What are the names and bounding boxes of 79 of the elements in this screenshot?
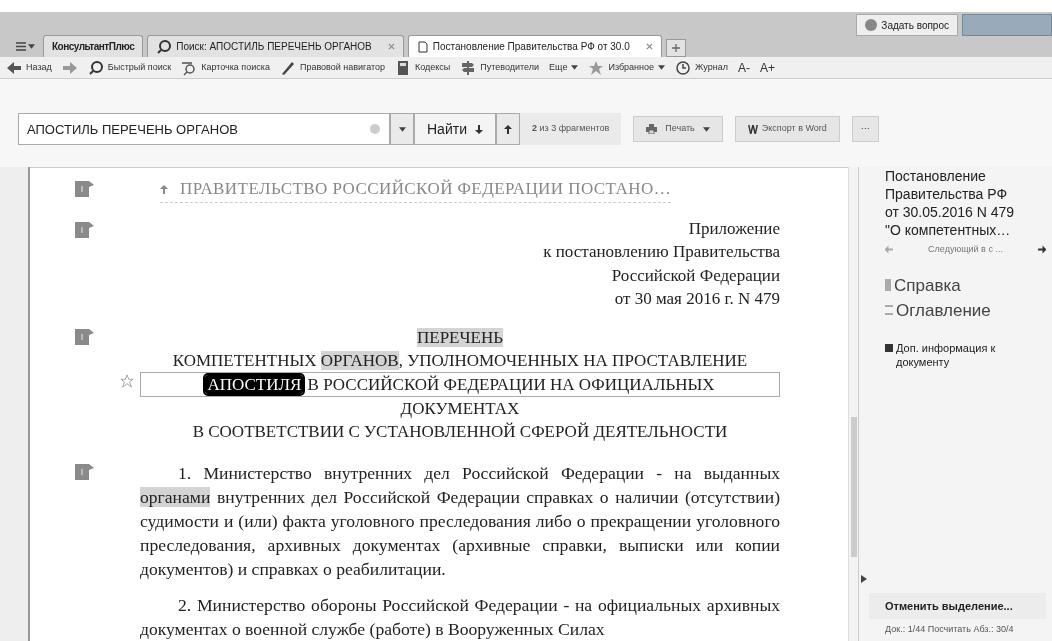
- star-icon: [588, 59, 605, 76]
- document-header[interactable]: ПРАВИТЕЛЬСТВО РОССИЙСКОЙ ФЕДЕРАЦИИ ПОСТАНО…: [160, 178, 672, 203]
- chat-icon: [865, 19, 878, 31]
- word-icon: [747, 124, 758, 134]
- ask-question-button[interactable]: Задать вопрос: [856, 14, 958, 36]
- tab[interactable]: КонсультантПлюс: [43, 35, 144, 57]
- caret-icon: [571, 65, 579, 70]
- close-icon[interactable]: [645, 43, 653, 50]
- forward-arrow-icon: [61, 59, 78, 76]
- search-icon: [156, 38, 173, 55]
- title-line: КОМПЕТЕНТНЫХ ОРГАНОВ, УПОЛНОМОЧЕННЫХ НА ПРОСТАВЛЕНИЕ: [172, 350, 748, 373]
- next-link[interactable]: Следующий в с ...: [928, 243, 1003, 257]
- close-icon[interactable]: [387, 43, 395, 50]
- dropdown-button[interactable]: [390, 113, 414, 145]
- previous-arrow-icon: [885, 245, 893, 255]
- info-link[interactable]: Доп. информация к документу: [896, 340, 1046, 369]
- star-icon[interactable]: [120, 374, 134, 389]
- next-arrow-icon: [1038, 245, 1046, 255]
- print-button[interactable]: Печать: [633, 116, 723, 142]
- up-arrow-icon: [503, 124, 512, 134]
- down-arrow-icon: [474, 124, 483, 134]
- toolbar-button[interactable]: Быстрый поиск: [87, 59, 172, 76]
- paragraph-marker-icon[interactable]: [75, 328, 95, 347]
- signpost-icon: [460, 59, 477, 76]
- previous-match-button[interactable]: [495, 113, 520, 145]
- status-text: Док.: 1/44 Посчитать Абз.: 30/4: [885, 623, 1014, 637]
- magnifier-icon: [181, 59, 198, 76]
- caret-icon: [702, 126, 710, 132]
- toolbar-button[interactable]: [61, 59, 78, 76]
- toolbar-button[interactable]: Еще: [549, 60, 579, 75]
- appendix-line: Приложение: [688, 217, 780, 240]
- document-paragraph: 1. Министерство внутренних дел Российской Федерации - на выданных органами внутренних дел Российской Федерации справках о наличии (отсутствии) судимости и (или) факта уголовного преследования либо о прекращении уголовного преследования, архивных документах (архивные справки, выписки или копии документов) и справках о реабилитации.: [140, 462, 780, 581]
- tab[interactable]: Постановление Правительства РФ от 30.0: [407, 35, 662, 57]
- appendix-line: Российской Федерации: [611, 264, 780, 287]
- info-icon: [885, 343, 893, 352]
- toolbar-button[interactable]: A+: [759, 58, 775, 77]
- caret-icon: [398, 126, 406, 132]
- clock-icon: [675, 59, 692, 76]
- appendix-line: от 30 мая 2016 г. N 479: [614, 288, 780, 311]
- cancel-selection-button[interactable]: Отменить выделение...: [869, 593, 1046, 619]
- pen-icon: [279, 59, 296, 76]
- book-icon: [395, 59, 411, 76]
- caret-icon: [28, 43, 35, 49]
- toolbar-button[interactable]: Назад: [6, 59, 52, 76]
- back-arrow-icon: [6, 59, 22, 76]
- toolbar-button[interactable]: Правовой навигатор: [279, 59, 385, 76]
- toolbar-button[interactable]: A-: [737, 58, 750, 77]
- panel-link[interactable]: Справка: [894, 272, 961, 298]
- tab[interactable]: Поиск: АПОСТИЛЬ ПЕРЕЧЕНЬ ОРГАНОВ: [147, 35, 404, 57]
- panel-link[interactable]: Оглавление: [896, 297, 991, 323]
- document-paragraph: 2. Министерство обороны Российской Федерации - на официальных архивных документах о военной службе (работе) в Вооруженных Силах: [140, 594, 780, 641]
- document-icon: [416, 40, 429, 53]
- toolbar-button[interactable]: Путеводители: [460, 59, 540, 76]
- toolbar-button[interactable]: Кодексы: [395, 59, 451, 76]
- new-tab-button[interactable]: [665, 39, 686, 57]
- export-word-button[interactable]: Экспорт в Word: [734, 116, 840, 142]
- search-icon: [87, 59, 104, 76]
- plus-icon: [671, 44, 680, 52]
- collapse-arrow-icon[interactable]: [861, 575, 867, 583]
- menu-icon: [16, 41, 26, 51]
- toolbar-button[interactable]: Избранное: [588, 59, 666, 76]
- caret-icon: [658, 65, 666, 70]
- more-button[interactable]: ···: [851, 116, 879, 142]
- paragraph-marker-icon[interactable]: [75, 463, 95, 481]
- printer-icon: [646, 124, 658, 134]
- search-field[interactable]: АПОСТИЛЬ ПЕРЕЧЕНЬ ОРГАНОВ: [18, 113, 390, 145]
- bookmark-icon: [885, 279, 891, 291]
- document-title[interactable]: Постановление Правительства РФ от 30.05.2016 N 479 "О компетентных…: [885, 167, 1046, 239]
- up-arrow-icon: [160, 184, 168, 194]
- toolbar-button[interactable]: Карточка поиска: [181, 59, 270, 76]
- match-count: 2 из 3 фрагментов: [530, 122, 611, 136]
- appendix-line: к постановлению Правительства: [543, 241, 780, 264]
- paragraph-marker-icon[interactable]: [75, 220, 95, 239]
- title-line: В СООТВЕТСТВИИ С УСТАНОВЛЕННОЙ СФЕРОЙ ДЕЯТЕЛЬНОСТИ: [192, 421, 728, 444]
- toolbar-button[interactable]: Журнал: [675, 59, 728, 76]
- paragraph-marker-icon[interactable]: [75, 180, 95, 198]
- title-line: ДОКУМЕНТАХ: [400, 398, 520, 421]
- find-button[interactable]: Найти: [414, 113, 496, 145]
- list-icon: [885, 305, 893, 315]
